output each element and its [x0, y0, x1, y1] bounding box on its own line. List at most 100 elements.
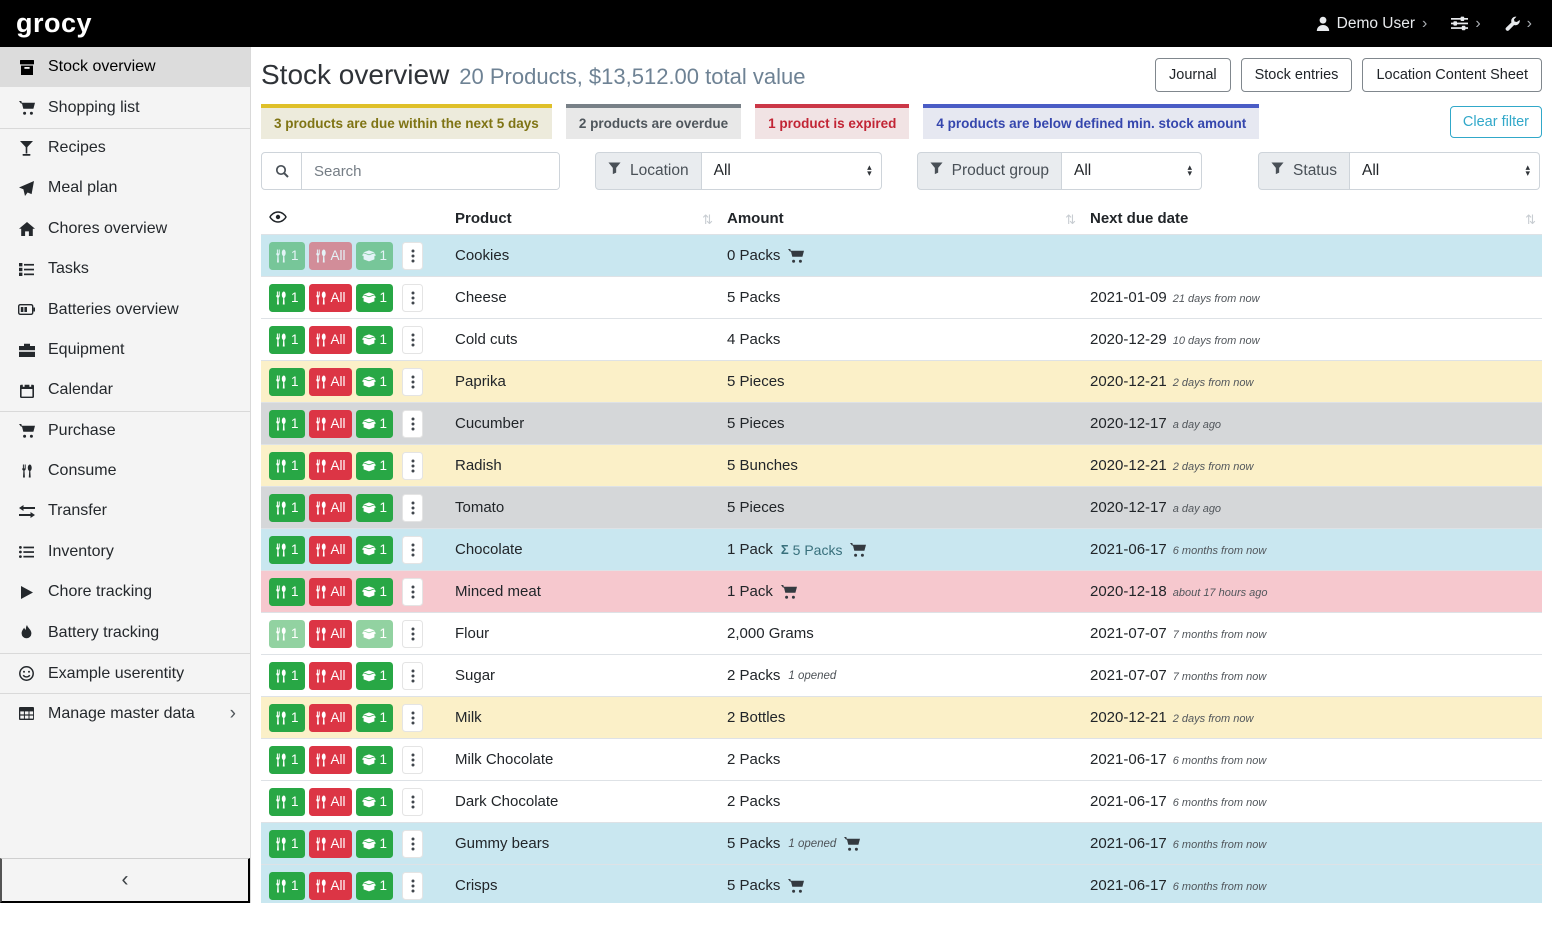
sidebar-item-chores-overview[interactable]: Chores overview — [0, 209, 250, 249]
consume-one-button[interactable]: 1 — [269, 578, 305, 606]
consume-all-button[interactable]: All — [309, 410, 352, 438]
row-menu-button[interactable] — [402, 326, 423, 354]
sidebar-item-inventory[interactable]: Inventory — [0, 532, 250, 572]
app-logo[interactable]: grocy — [16, 8, 92, 39]
row-menu-button[interactable] — [402, 788, 423, 816]
open-one-button[interactable]: 1 — [356, 872, 394, 900]
stock-entries-button[interactable]: Stock entries — [1241, 58, 1353, 92]
sidebar-item-purchase[interactable]: Purchase — [0, 411, 250, 451]
open-one-button[interactable]: 1 — [356, 284, 394, 312]
consume-all-button[interactable]: All — [309, 578, 352, 606]
consume-all-button[interactable]: All — [309, 494, 352, 522]
consume-all-button[interactable]: All — [309, 368, 352, 396]
consume-one-button[interactable]: 1 — [269, 746, 305, 774]
row-menu-button[interactable] — [402, 494, 423, 522]
consume-one-button[interactable]: 1 — [269, 704, 305, 732]
status-banner-warning[interactable]: 3 products are due within the next 5 day… — [261, 104, 552, 139]
consume-all-button[interactable]: All — [309, 452, 352, 480]
product-group-select[interactable]: All ▴▾ — [1062, 152, 1202, 190]
consume-one-button[interactable]: 1 — [269, 830, 305, 858]
sidebar-item-example-userentity[interactable]: Example userentity — [0, 653, 250, 693]
consume-one-button[interactable]: 1 — [269, 284, 305, 312]
status-banner-danger[interactable]: 1 product is expired — [755, 104, 909, 139]
consume-all-button[interactable]: All — [309, 536, 352, 564]
product-cell: Flour — [447, 613, 719, 655]
column-header-next-due-date[interactable]: Next due date⇅ — [1082, 203, 1542, 235]
search-input[interactable] — [302, 153, 559, 189]
row-menu-button[interactable] — [402, 704, 423, 732]
consume-all-button[interactable]: All — [309, 788, 352, 816]
open-one-button[interactable]: 1 — [356, 494, 394, 522]
consume-one-button[interactable]: 1 — [269, 326, 305, 354]
row-menu-button[interactable] — [402, 872, 423, 900]
clear-filter-button[interactable]: Clear filter — [1450, 106, 1542, 138]
row-menu-button[interactable] — [402, 284, 423, 312]
consume-one-button[interactable]: 1 — [269, 452, 305, 480]
row-menu-button[interactable] — [402, 662, 423, 690]
consume-one-button[interactable]: 1 — [269, 410, 305, 438]
sidebar-item-meal-plan[interactable]: Meal plan — [0, 168, 250, 208]
column-header-product[interactable]: Product⇅ — [447, 203, 719, 235]
row-menu-button[interactable] — [402, 830, 423, 858]
admin-menu[interactable]: › — [1505, 16, 1532, 32]
open-one-button[interactable]: 1 — [356, 788, 394, 816]
consume-all-button[interactable]: All — [309, 326, 352, 354]
consume-all-button[interactable]: All — [309, 746, 352, 774]
open-one-button[interactable]: 1 — [356, 536, 394, 564]
status-banner-secondary[interactable]: 2 products are overdue — [566, 104, 741, 139]
sidebar-item-transfer[interactable]: Transfer — [0, 491, 250, 531]
status-select[interactable]: All ▴▾ — [1350, 152, 1540, 190]
consume-one-button[interactable]: 1 — [269, 662, 305, 690]
open-one-button[interactable]: 1 — [356, 410, 394, 438]
consume-all-button[interactable]: All — [309, 704, 352, 732]
sidebar-item-battery-tracking[interactable]: Battery tracking — [0, 612, 250, 652]
row-menu-button[interactable] — [402, 578, 423, 606]
row-menu-button[interactable] — [402, 746, 423, 774]
open-one-button[interactable]: 1 — [356, 578, 394, 606]
location-select[interactable]: All ▴▾ — [702, 152, 882, 190]
sidebar-item-equipment[interactable]: Equipment — [0, 330, 250, 370]
settings-menu[interactable]: › — [1451, 16, 1480, 32]
sidebar-item-manage-master-data[interactable]: Manage master data› — [0, 693, 250, 733]
row-menu-button[interactable] — [402, 536, 423, 564]
row-menu-button[interactable] — [402, 410, 423, 438]
location-content-sheet-button[interactable]: Location Content Sheet — [1362, 58, 1542, 92]
sidebar-item-shopping-list[interactable]: Shopping list — [0, 87, 250, 127]
consume-all-button[interactable]: All — [309, 830, 352, 858]
journal-button[interactable]: Journal — [1155, 58, 1231, 92]
status-banner-info[interactable]: 4 products are below defined min. stock … — [923, 104, 1259, 139]
button-label: All — [331, 500, 346, 515]
open-one-button[interactable]: 1 — [356, 704, 394, 732]
open-one-button[interactable]: 1 — [356, 830, 394, 858]
open-one-button[interactable]: 1 — [356, 746, 394, 774]
row-menu-button[interactable] — [402, 452, 423, 480]
sidebar-item-tasks[interactable]: Tasks — [0, 249, 250, 289]
consume-one-button[interactable]: 1 — [269, 368, 305, 396]
consume-one-button[interactable]: 1 — [269, 494, 305, 522]
row-menu-button[interactable] — [402, 368, 423, 396]
open-one-button[interactable]: 1 — [356, 326, 394, 354]
sidebar-item-batteries-overview[interactable]: Batteries overview — [0, 289, 250, 329]
sidebar-item-chore-tracking[interactable]: Chore tracking — [0, 572, 250, 612]
column-visibility-toggle[interactable] — [261, 203, 447, 235]
consume-all-button[interactable]: All — [309, 620, 352, 648]
open-one-button[interactable]: 1 — [356, 452, 394, 480]
sidebar-item-recipes[interactable]: Recipes — [0, 128, 250, 168]
sidebar-item-calendar[interactable]: Calendar — [0, 370, 250, 410]
product-name: Tomato — [455, 499, 504, 516]
sidebar-collapse-button[interactable]: ‹ — [0, 858, 250, 903]
consume-all-button[interactable]: All — [309, 284, 352, 312]
sidebar-item-consume[interactable]: Consume — [0, 451, 250, 491]
open-one-button[interactable]: 1 — [356, 368, 394, 396]
consume-one-button[interactable]: 1 — [269, 788, 305, 816]
consume-one-button[interactable]: 1 — [269, 536, 305, 564]
sidebar-item-stock-overview[interactable]: Stock overview — [0, 47, 250, 87]
consume-all-button[interactable]: All — [309, 662, 352, 690]
consume-all-button[interactable]: All — [309, 872, 352, 900]
consume-one-button[interactable]: 1 — [269, 872, 305, 900]
user-menu[interactable]: Demo User › — [1316, 15, 1428, 33]
open-one-button[interactable]: 1 — [356, 662, 394, 690]
row-menu-button[interactable] — [402, 620, 423, 648]
row-menu-button[interactable] — [402, 242, 423, 270]
column-header-amount[interactable]: Amount⇅ — [719, 203, 1082, 235]
